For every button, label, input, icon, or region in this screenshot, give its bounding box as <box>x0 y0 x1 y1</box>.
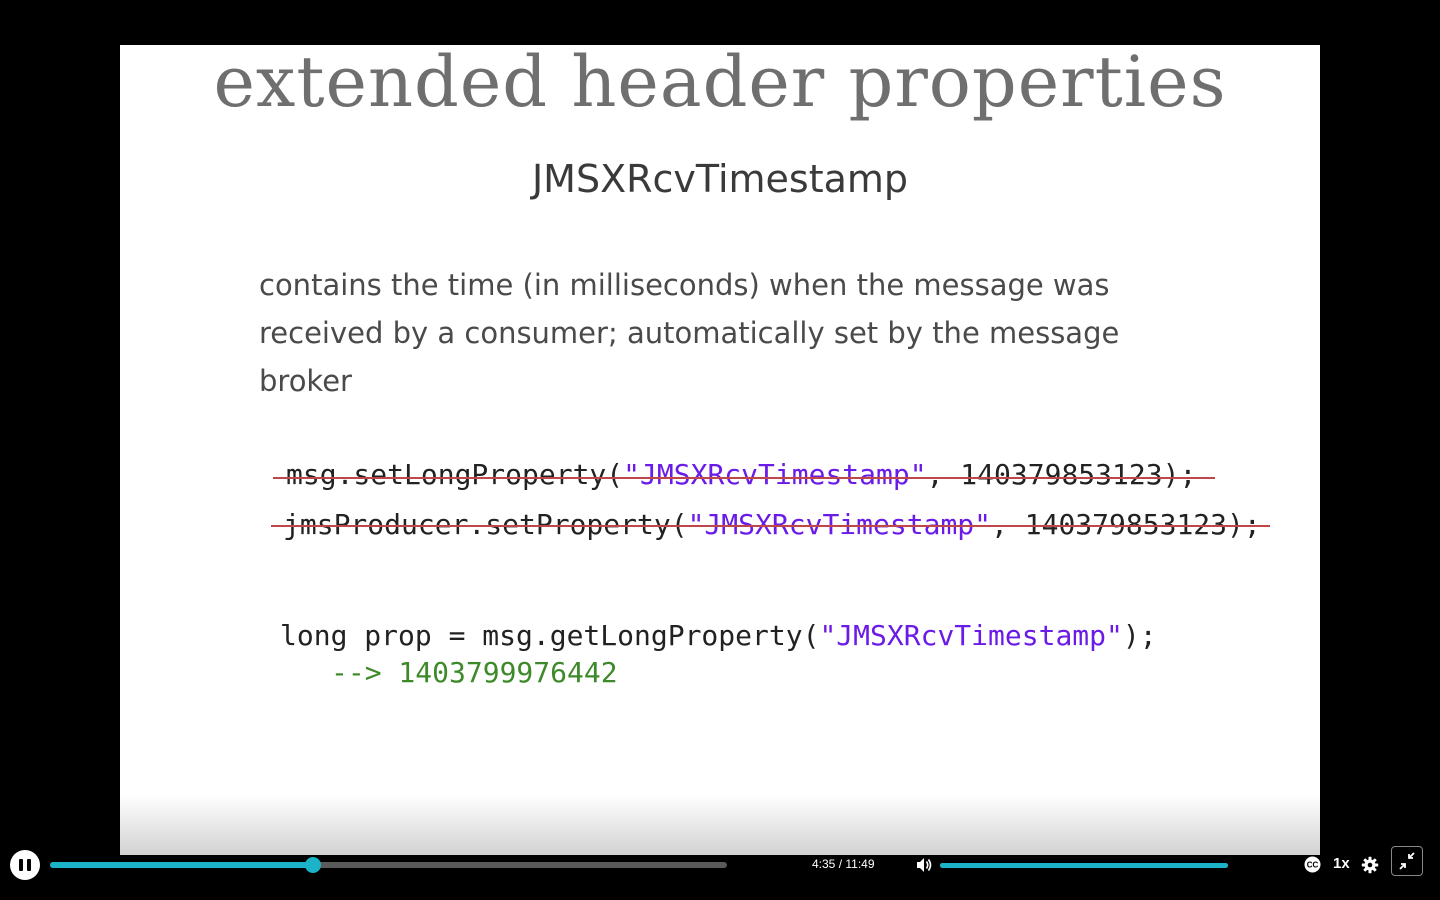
video-controls: 4:35 / 11:49 CC 1x <box>0 845 1440 885</box>
code-result: --> 1403799976442 <box>331 656 618 689</box>
volume-button[interactable] <box>914 855 934 875</box>
seek-bar-played <box>50 862 313 868</box>
volume-slider[interactable] <box>940 863 1228 868</box>
exit-fullscreen-button[interactable] <box>1391 846 1423 876</box>
strikethrough-line <box>273 477 1215 479</box>
code-text: msg.setLongProperty( <box>286 458 624 491</box>
slide-title: extended header properties <box>213 45 1227 123</box>
strikethrough-line <box>271 525 1270 527</box>
code-string: "JMSXRcvTimestamp" <box>819 619 1123 652</box>
code-text: ); <box>1122 619 1157 652</box>
pause-button[interactable] <box>10 850 40 880</box>
code-text: , 140379853123); <box>926 458 1197 491</box>
code-line-get-long-property: long prop = msg.getLongProperty("JMSXRcv… <box>280 619 1157 653</box>
code-text: long prop = msg.getLongProperty( <box>280 619 820 652</box>
settings-button[interactable] <box>1361 856 1379 874</box>
code-string: "JMSXRcvTimestamp" <box>623 458 927 491</box>
slide-description: contains the time (in milliseconds) when… <box>259 268 1120 398</box>
slide-subtitle: JMSXRcvTimestamp <box>531 157 909 201</box>
volume-icon <box>917 858 932 872</box>
time-display: 4:35 / 11:49 <box>812 857 875 871</box>
video-frame[interactable]: extended header properties JMSXRcvTimest… <box>120 45 1320 855</box>
seek-bar[interactable] <box>50 857 727 873</box>
seek-handle[interactable] <box>304 857 321 873</box>
closed-captions-button[interactable]: CC <box>1303 856 1322 873</box>
gear-icon <box>1361 856 1379 874</box>
playback-speed-button[interactable]: 1x <box>1333 855 1350 872</box>
code-line-set-long-property: msg.setLongProperty("JMSXRcvTimestamp", … <box>286 458 1196 492</box>
volume-level <box>940 863 1228 868</box>
svg-text:CC: CC <box>1307 861 1319 870</box>
closed-captions-icon: CC <box>1304 856 1321 873</box>
exit-fullscreen-icon <box>1399 852 1415 870</box>
